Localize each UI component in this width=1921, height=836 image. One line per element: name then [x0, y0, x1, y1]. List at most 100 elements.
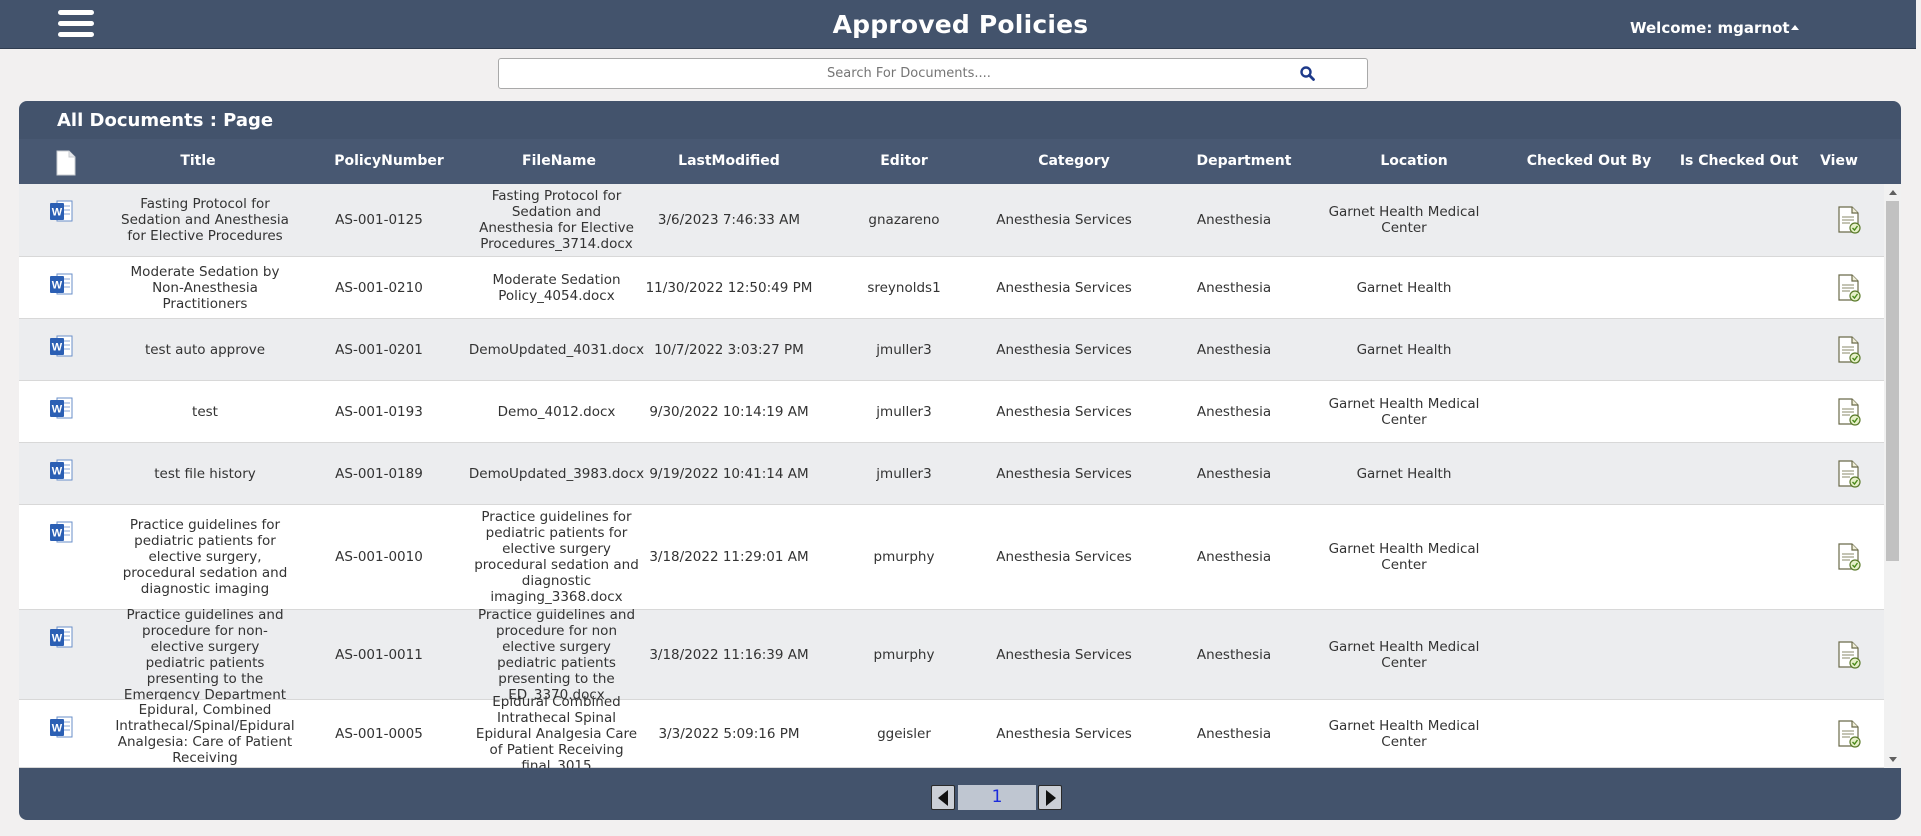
table-row[interactable]: Wtest file history AS-001-0189 DemoUpdated…	[19, 443, 1884, 505]
cell-last-modified: 9/30/2022 10:14:19 AM	[649, 403, 809, 420]
svg-text:W: W	[52, 466, 63, 478]
cell-category: Anesthesia Services	[996, 341, 1132, 358]
search-icon[interactable]	[1299, 65, 1317, 83]
cell-title: Practice guidelines for pediatric patien…	[122, 517, 288, 597]
cell-category: Anesthesia Services	[996, 646, 1132, 663]
cell-policy-number: AS-001-0201	[335, 341, 423, 358]
cell-is-checked-out	[1649, 700, 1829, 767]
next-page-button[interactable]	[1038, 785, 1062, 810]
scrollbar-thumb[interactable]	[1886, 201, 1899, 561]
table-row[interactable]: W Practice guidelines and procedure for n…	[19, 606, 1884, 703]
panel-title: All Documents : Page	[57, 110, 274, 131]
cell-last-modified: 3/6/2023 7:46:33 AM	[657, 212, 801, 228]
cell-is-checked-out	[1649, 184, 1829, 256]
scroll-down-icon[interactable]	[1889, 757, 1897, 762]
column-header-view[interactable]: View	[1799, 139, 1879, 184]
word-document-icon: W	[19, 257, 103, 318]
column-header-location[interactable]: Location	[1319, 139, 1509, 184]
svg-text:W: W	[52, 633, 63, 645]
cell-policy-number: AS-001-0125	[335, 212, 423, 228]
table-row[interactable]: W Moderate Sedation by Non-Anesthesia Pra…	[19, 257, 1884, 319]
word-document-icon: W	[19, 505, 103, 609]
cell-policy-number: AS-001-0189	[335, 465, 423, 482]
cell-location: Garnet Health	[1356, 341, 1452, 358]
column-header-department[interactable]: Department	[1149, 139, 1339, 184]
cell-location: Garnet Health Medical Center	[1328, 395, 1480, 428]
view-document-icon[interactable]	[1809, 443, 1884, 504]
view-document-icon[interactable]	[1809, 184, 1884, 256]
table-row[interactable]: W Epidural, Combined Intrathecal/Spinal/E…	[19, 693, 1884, 769]
column-header-title[interactable]: Title	[103, 139, 293, 184]
column-header-last-modified[interactable]: LastModified	[629, 139, 829, 184]
word-document-icon: W	[19, 184, 103, 256]
grid-header: Title PolicyNumber FileName LastModified…	[19, 139, 1901, 184]
cell-location: Garnet Health	[1356, 279, 1452, 296]
view-document-icon[interactable]	[1809, 319, 1884, 380]
svg-text:W: W	[52, 342, 63, 354]
cell-category: Anesthesia Services	[996, 549, 1132, 565]
scroll-up-icon[interactable]	[1889, 190, 1897, 195]
view-document-icon[interactable]	[1809, 700, 1884, 767]
vertical-scrollbar[interactable]	[1884, 184, 1901, 768]
page-number-link[interactable]: 1	[958, 785, 1036, 810]
cell-policy-number: AS-001-0011	[335, 646, 423, 663]
search-box	[498, 58, 1368, 89]
previous-page-button[interactable]	[931, 785, 955, 810]
svg-text:W: W	[52, 207, 63, 219]
cell-file-name: DemoUpdated_4031.docx	[468, 341, 645, 358]
cell-department: Anesthesia	[1196, 341, 1272, 358]
cell-last-modified: 11/30/2022 12:50:49 PM	[645, 279, 813, 296]
table-row[interactable]: Wtest AS-001-0193 Demo_4012.docx 9/30/2022 …	[19, 381, 1884, 443]
user-menu[interactable]: Welcome: mgarnot	[1630, 19, 1799, 37]
cell-title: test	[192, 403, 218, 420]
cell-is-checked-out	[1649, 610, 1829, 699]
cell-department: Anesthesia	[1196, 403, 1272, 420]
cell-title: test auto approve	[144, 341, 266, 358]
cell-is-checked-out	[1649, 381, 1829, 442]
cell-category: Anesthesia Services	[996, 403, 1132, 420]
page-edge	[1916, 0, 1921, 836]
view-document-icon[interactable]	[1809, 505, 1884, 609]
column-header-editor[interactable]: Editor	[809, 139, 999, 184]
column-header-category[interactable]: Category	[979, 139, 1169, 184]
cell-last-modified: 3/18/2022 11:29:01 AM	[649, 549, 809, 565]
cell-is-checked-out	[1649, 319, 1829, 380]
cell-file-name: Epidural Combined Intrathecal Spinal Epi…	[475, 693, 638, 769]
word-document-icon: W	[19, 319, 103, 380]
caret-up-icon	[1790, 25, 1799, 30]
view-document-icon[interactable]	[1809, 257, 1884, 318]
cell-department: Anesthesia	[1196, 725, 1272, 742]
document-icon	[56, 150, 76, 176]
search-input[interactable]	[499, 59, 1319, 88]
column-header-policy-number[interactable]: PolicyNumber	[299, 139, 479, 184]
cell-policy-number: AS-001-0010	[335, 549, 423, 565]
cell-last-modified: 9/19/2022 10:41:14 AM	[649, 465, 809, 482]
view-document-icon[interactable]	[1809, 610, 1884, 699]
cell-department: Anesthesia	[1196, 212, 1272, 228]
svg-text:W: W	[52, 528, 63, 540]
table-row[interactable]: W Practice guidelines for pediatric patie…	[19, 505, 1884, 610]
svg-text:W: W	[52, 404, 63, 416]
cell-location: Garnet Health Medical Center	[1328, 638, 1480, 671]
cell-title: Epidural, Combined Intrathecal/Spinal/Ep…	[115, 701, 295, 766]
table-row[interactable]: Wtest auto approve AS-001-0201 DemoUpdated…	[19, 319, 1884, 381]
cell-is-checked-out	[1649, 257, 1829, 318]
table-row[interactable]: W Fasting Protocol for Sedation and Anest…	[19, 184, 1884, 257]
cell-file-name: Moderate Sedation Policy_4054.docx	[492, 271, 621, 304]
word-document-icon: W	[19, 700, 103, 767]
cell-department: Anesthesia	[1196, 549, 1272, 565]
view-document-icon[interactable]	[1809, 381, 1884, 442]
cell-category: Anesthesia Services	[996, 465, 1132, 482]
cell-title: test file history	[154, 465, 256, 482]
cell-policy-number: AS-001-0193	[335, 403, 423, 420]
cell-location: Garnet Health Medical Center	[1328, 717, 1480, 750]
cell-category: Anesthesia Services	[996, 725, 1132, 742]
svg-text:W: W	[52, 723, 63, 735]
cell-file-name: Demo_4012.docx	[497, 403, 616, 420]
cell-title: Practice guidelines and procedure for no…	[123, 606, 287, 703]
cell-title: Fasting Protocol for Sedation and Anesth…	[121, 196, 289, 244]
cell-policy-number: AS-001-0210	[335, 279, 423, 296]
documents-table: W Fasting Protocol for Sedation and Anest…	[19, 184, 1884, 768]
cell-location: Garnet Health	[1356, 465, 1452, 482]
cell-is-checked-out	[1649, 505, 1829, 609]
